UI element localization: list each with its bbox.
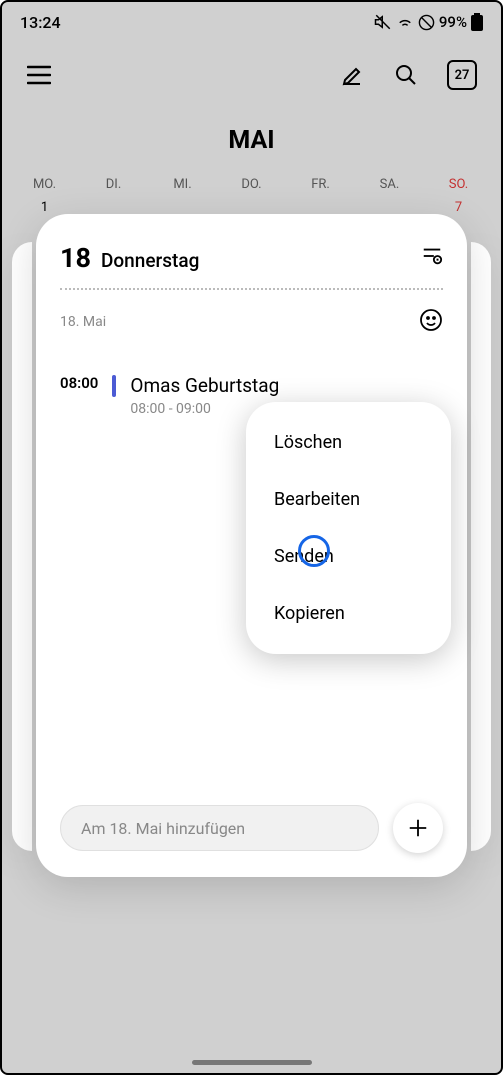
add-bar: Am 18. Mai hinzufügen (60, 803, 443, 853)
mute-icon (374, 13, 392, 31)
day-name: Donnerstag (101, 249, 199, 272)
day-header: 18 Donnerstag (60, 242, 443, 290)
menu-item-edit[interactable]: Bearbeiten (246, 471, 451, 528)
date-line-text: 18. Mai (60, 314, 106, 330)
add-placeholder: Am 18. Mai hinzufügen (81, 819, 245, 838)
battery-percent: 99% (439, 13, 467, 31)
wifi-icon (396, 13, 414, 31)
date-line: 18. Mai (60, 290, 443, 344)
status-bar: 13:24 99% (2, 2, 501, 38)
weekday: SA. (355, 173, 424, 196)
weekday: MO. (10, 173, 79, 196)
no-sim-icon (418, 14, 435, 31)
home-indicator[interactable] (192, 1060, 312, 1065)
status-time: 13:24 (20, 13, 61, 32)
weekday: DO. (217, 173, 286, 196)
prev-day-peek[interactable] (12, 242, 32, 851)
event-time: 08:00 (60, 374, 98, 417)
menu-item-copy[interactable]: Kopieren (246, 585, 451, 642)
filter-button[interactable] (421, 245, 443, 271)
today-button[interactable]: 27 (447, 60, 477, 90)
weekday: DI. (79, 173, 148, 196)
emoji-button[interactable] (419, 308, 443, 336)
add-event-input[interactable]: Am 18. Mai hinzufügen (60, 805, 379, 851)
next-day-peek[interactable] (471, 242, 491, 851)
event-color-bar (112, 375, 116, 397)
highlight-ring (298, 535, 330, 567)
weekday-row: MO. DI. MI. DO. FR. SA. SO. (2, 173, 501, 196)
menu-item-delete[interactable]: Löschen (246, 414, 451, 471)
add-event-button[interactable] (393, 803, 443, 853)
battery-icon (471, 13, 483, 31)
day-number: 18 (60, 242, 91, 274)
today-date: 27 (455, 68, 470, 83)
weekday: MI. (148, 173, 217, 196)
menu-item-send[interactable]: Senden (246, 528, 451, 585)
context-menu: Löschen Bearbeiten Senden Kopieren (246, 402, 451, 654)
search-button[interactable] (393, 62, 419, 88)
weekday: SO. (424, 173, 493, 196)
status-icons: 99% (374, 13, 483, 31)
weekday: FR. (286, 173, 355, 196)
menu-button[interactable] (26, 62, 52, 88)
event-title: Omas Geburtstag (130, 374, 443, 397)
app-header: 27 (2, 38, 501, 98)
edit-button[interactable] (339, 62, 365, 88)
month-title: MAI (2, 98, 501, 173)
